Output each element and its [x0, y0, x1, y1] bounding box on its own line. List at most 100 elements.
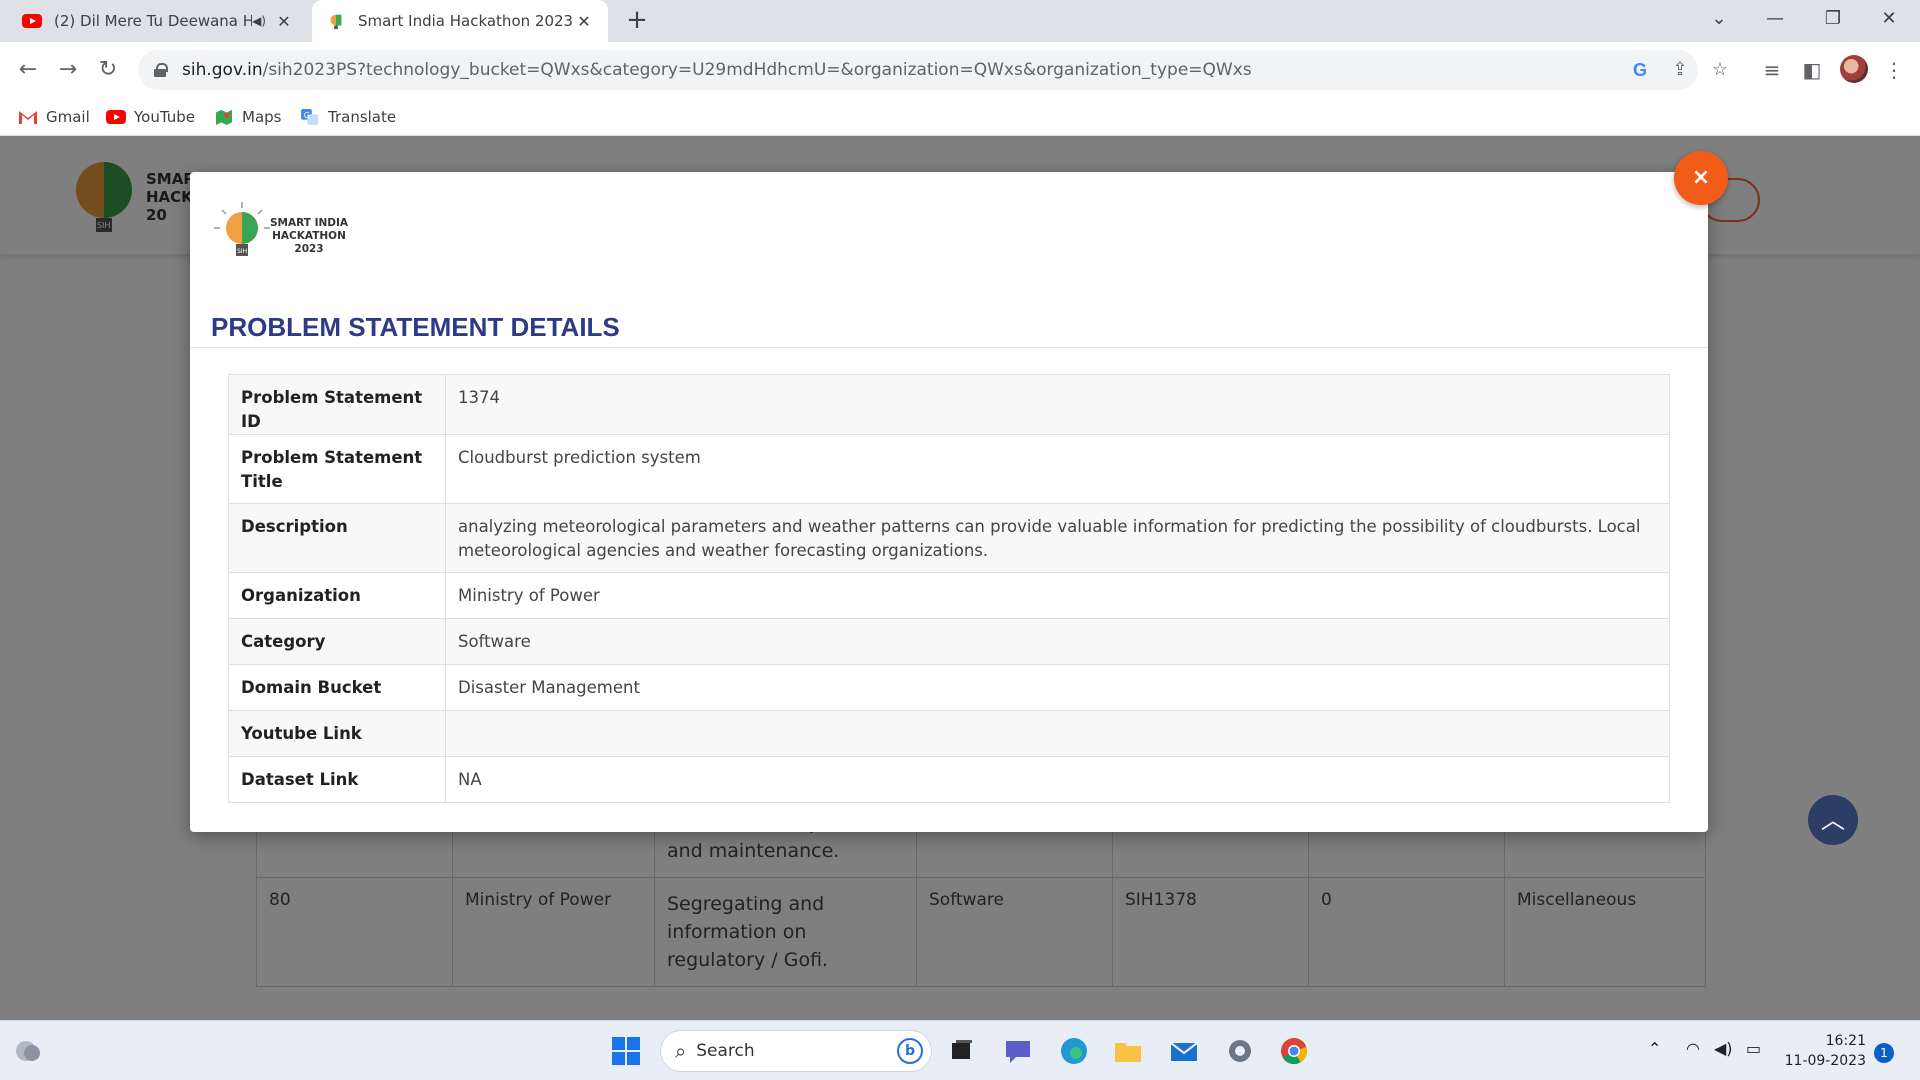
side-panel-icon[interactable]: ◧: [1796, 54, 1828, 86]
detail-key: Problem Statement Title: [228, 434, 446, 504]
minimize-button[interactable]: —: [1752, 0, 1798, 38]
detail-key: Problem Statement ID: [228, 374, 446, 435]
gmail-icon: [19, 111, 37, 124]
detail-value: Disaster Management: [445, 664, 1670, 711]
detail-value: analyzing meteorological parameters and …: [445, 503, 1670, 573]
url-text[interactable]: sih.gov.in/sih2023PS?technology_bucket=Q…: [182, 60, 1252, 80]
detail-key: Youtube Link: [228, 710, 446, 757]
detail-value: 1374: [445, 374, 1670, 435]
bookmark-gmail[interactable]: Gmail: [18, 106, 90, 128]
tab-youtube[interactable]: (2) Dil Mere Tu Deewana Hai ◀) ✕: [8, 0, 308, 42]
browser-toolbar: ← → ↻ sih.gov.in/sih2023PS?technology_bu…: [0, 42, 1920, 98]
close-tab-icon[interactable]: ✕: [574, 12, 594, 31]
chrome-icon[interactable]: [1278, 1035, 1310, 1067]
profile-avatar[interactable]: [1840, 55, 1868, 83]
close-window-button[interactable]: ✕: [1866, 0, 1912, 38]
task-view-icon[interactable]: [946, 1035, 978, 1067]
detail-value: Cloudburst prediction system: [445, 434, 1670, 504]
search-placeholder: Search: [696, 1041, 755, 1061]
sih-logo: SIH: [214, 202, 270, 256]
detail-row-category: Category Software: [228, 618, 1670, 665]
detail-key: Organization: [228, 572, 446, 619]
problem-statement-modal: SIH SMART INDIA HACKATHON 2023 PROBLEM S…: [190, 172, 1708, 832]
sih-icon: [330, 14, 342, 30]
detail-value[interactable]: [445, 710, 1670, 757]
search-icon: ⌕: [675, 1039, 687, 1063]
address-bar[interactable]: sih.gov.in/sih2023PS?technology_bucket=Q…: [138, 50, 1728, 90]
clock-date: 11-09-2023: [1784, 1053, 1866, 1069]
close-tab-icon[interactable]: ✕: [274, 12, 294, 31]
detail-key: Category: [228, 618, 446, 665]
chevron-up-icon[interactable]: ⌃: [1648, 1039, 1661, 1058]
svg-text:SIH: SIH: [237, 248, 247, 255]
menu-icon[interactable]: ⋮: [1878, 54, 1910, 86]
bookmark-maps[interactable]: Maps: [214, 106, 281, 128]
bookmark-label: YouTube: [134, 108, 195, 126]
detail-row-description: Description analyzing meteorological par…: [228, 503, 1670, 573]
tab-strip: (2) Dil Mere Tu Deewana Hai ◀) ✕ Smart I…: [0, 0, 1920, 42]
translate-icon: G: [301, 109, 318, 125]
bookmark-youtube[interactable]: YouTube: [106, 106, 195, 128]
weather-icon[interactable]: [12, 1035, 44, 1067]
taskbar-clock[interactable]: 16:21 11-09-2023: [1776, 1031, 1866, 1071]
new-tab-button[interactable]: +: [622, 6, 652, 36]
detail-value: Software: [445, 618, 1670, 665]
teams-chat-icon[interactable]: [1002, 1035, 1034, 1067]
detail-key: Domain Bucket: [228, 664, 446, 711]
mail-icon[interactable]: [1168, 1035, 1200, 1067]
tab-title: Smart India Hackathon 2023: [358, 12, 574, 30]
divider: [190, 347, 1708, 348]
details-table: Problem Statement ID 1374 Problem Statem…: [228, 374, 1670, 803]
bookmark-translate[interactable]: G Translate: [300, 106, 396, 128]
taskbar-search[interactable]: ⌕ Search b: [660, 1030, 932, 1072]
notification-badge[interactable]: 1: [1874, 1043, 1894, 1063]
chevron-up-icon: ︿: [1821, 806, 1845, 834]
settings-icon[interactable]: [1224, 1035, 1256, 1067]
detail-value: Ministry of Power: [445, 572, 1670, 619]
edge-icon[interactable]: [1058, 1035, 1090, 1067]
bookmark-label: Gmail: [46, 108, 90, 126]
lock-icon[interactable]: [154, 63, 168, 77]
scroll-to-top-button[interactable]: ︿: [1808, 795, 1858, 845]
restore-button[interactable]: ❐: [1810, 0, 1856, 38]
youtube-icon: [106, 110, 126, 124]
volume-icon[interactable]: ◀): [1714, 1039, 1733, 1058]
file-explorer-icon[interactable]: [1112, 1035, 1144, 1067]
svg-text:G: G: [304, 111, 310, 120]
detail-row-title: Problem Statement Title Cloudburst predi…: [228, 434, 1670, 504]
url-host: sih.gov.in: [182, 60, 263, 80]
modal-title: PROBLEM STATEMENT DETAILS: [211, 312, 620, 342]
clock-time: 16:21: [1825, 1033, 1866, 1049]
maps-icon: [216, 109, 232, 125]
back-button[interactable]: ←: [12, 54, 44, 86]
reload-button[interactable]: ↻: [92, 54, 124, 86]
detail-value[interactable]: NA: [445, 756, 1670, 803]
speaker-icon[interactable]: ◀): [252, 14, 266, 28]
share-icon[interactable]: ⇪: [1668, 58, 1692, 82]
detail-row-id: Problem Statement ID 1374: [228, 374, 1670, 435]
bookmark-label: Translate: [328, 108, 397, 126]
youtube-icon: [22, 14, 42, 28]
tab-sih[interactable]: Smart India Hackathon 2023 ✕: [312, 0, 608, 42]
bookmark-label: Maps: [242, 108, 282, 126]
wifi-icon[interactable]: ◠: [1686, 1039, 1700, 1058]
detail-row-dataset: Dataset Link NA: [228, 756, 1670, 803]
close-modal-button[interactable]: ×: [1674, 151, 1728, 205]
bing-icon[interactable]: b: [897, 1038, 923, 1064]
tab-title: (2) Dil Mere Tu Deewana Hai: [54, 12, 253, 30]
taskbar: ⌕ Search b ⌃ ◠ ◀) ▭ 16:21 11-09-2023 1: [0, 1020, 1920, 1080]
detail-row-domain: Domain Bucket Disaster Management: [228, 664, 1670, 711]
tab-search-icon[interactable]: ⌄: [1696, 0, 1742, 38]
detail-key: Dataset Link: [228, 756, 446, 803]
google-icon[interactable]: G: [1628, 58, 1652, 82]
detail-key: Description: [228, 503, 446, 573]
url-path: /sih2023PS?technology_bucket=QWxs&catego…: [262, 60, 1252, 80]
forward-button[interactable]: →: [52, 54, 84, 86]
start-icon[interactable]: [610, 1035, 642, 1067]
bookmarks-bar: Gmail YouTube Maps G Translate: [0, 98, 1920, 136]
reading-list-icon[interactable]: ≡: [1756, 54, 1788, 86]
battery-icon[interactable]: ▭: [1746, 1039, 1761, 1058]
bookmark-star-icon[interactable]: ☆: [1708, 58, 1732, 82]
modal-logo-text: SMART INDIA HACKATHON 2023: [270, 217, 349, 255]
detail-row-organization: Organization Ministry of Power: [228, 572, 1670, 619]
